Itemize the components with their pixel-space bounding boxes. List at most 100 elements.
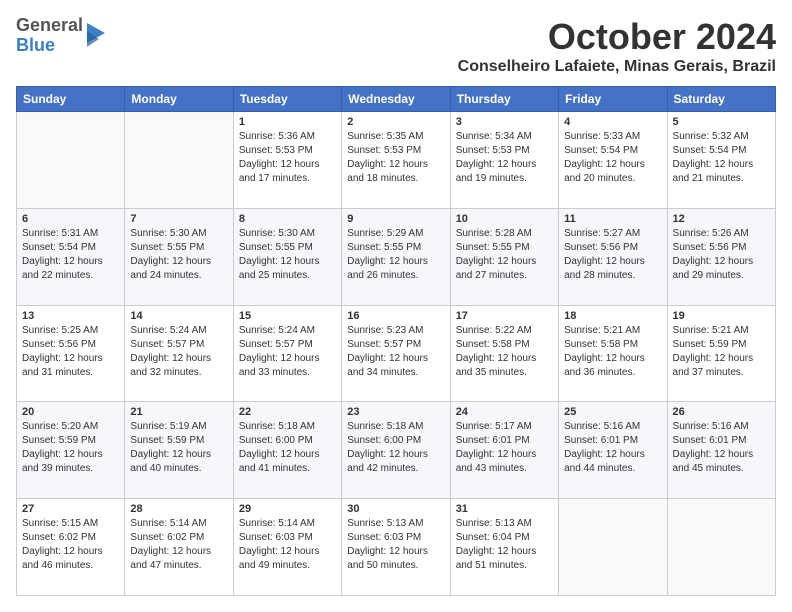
calendar-cell: 6 Sunrise: 5:31 AMSunset: 5:54 PMDaylight…: [17, 208, 125, 305]
calendar-cell: 30 Sunrise: 5:13 AMSunset: 6:03 PMDayligh…: [342, 499, 450, 596]
calendar-cell: 20Sunrise: 5:20 AMSunset: 5:59 PMDayligh…: [17, 402, 125, 499]
calendar-cell: 24 Sunrise: 5:17 AMSunset: 6:01 PMDayligh…: [450, 402, 558, 499]
weekday-header-friday: Friday: [559, 87, 667, 112]
logo: General Blue: [16, 16, 105, 56]
day-info: Sunrise: 5:19 AMSunset: 5:59 PMDaylight:…: [130, 420, 227, 476]
day-number: 31: [456, 503, 553, 515]
day-number: 23: [347, 406, 444, 418]
day-number: 29: [239, 503, 336, 515]
day-number: 22: [239, 406, 336, 418]
calendar-cell: 29 Sunrise: 5:14 AMSunset: 6:03 PMDayligh…: [233, 499, 341, 596]
day-info: Sunrise: 5:31 AMSunset: 5:54 PMDaylight:…: [22, 227, 119, 283]
calendar-cell: 18 Sunrise: 5:21 AMSunset: 5:58 PMDayligh…: [559, 305, 667, 402]
calendar-cell: 13Sunrise: 5:25 AMSunset: 5:56 PMDayligh…: [17, 305, 125, 402]
day-info: Sunrise: 5:17 AMSunset: 6:01 PMDaylight:…: [456, 420, 553, 476]
calendar-cell: [667, 499, 775, 596]
day-number: 9: [347, 213, 444, 225]
day-info: Sunrise: 5:14 AMSunset: 6:03 PMDaylight:…: [239, 517, 336, 573]
day-number: 18: [564, 310, 661, 322]
day-info: Sunrise: 5:34 AMSunset: 5:53 PMDaylight:…: [456, 130, 553, 186]
day-info: Sunrise: 5:26 AMSunset: 5:56 PMDaylight:…: [673, 227, 770, 283]
day-number: 1: [239, 116, 336, 128]
calendar-cell: 4Sunrise: 5:33 AMSunset: 5:54 PMDaylight…: [559, 112, 667, 209]
day-info: Sunrise: 5:21 AMSunset: 5:58 PMDaylight:…: [564, 324, 661, 380]
day-number: 24: [456, 406, 553, 418]
day-number: 19: [673, 310, 770, 322]
day-number: 2: [347, 116, 444, 128]
calendar-cell: [559, 499, 667, 596]
title-block: October 2024 Conselheiro Lafaiete, Minas…: [458, 16, 776, 76]
day-info: Sunrise: 5:18 AMSunset: 6:00 PMDaylight:…: [239, 420, 336, 476]
calendar-cell: 10 Sunrise: 5:28 AMSunset: 5:55 PMDayligh…: [450, 208, 558, 305]
day-number: 30: [347, 503, 444, 515]
calendar-cell: 14Sunrise: 5:24 AMSunset: 5:57 PMDayligh…: [125, 305, 233, 402]
day-number: 25: [564, 406, 661, 418]
calendar-cell: 11 Sunrise: 5:27 AMSunset: 5:56 PMDayligh…: [559, 208, 667, 305]
day-number: 27: [22, 503, 119, 515]
weekday-header-row: SundayMondayTuesdayWednesdayThursdayFrid…: [17, 87, 776, 112]
weekday-header-wednesday: Wednesday: [342, 87, 450, 112]
day-number: 10: [456, 213, 553, 225]
day-info: Sunrise: 5:16 AMSunset: 6:01 PMDaylight:…: [673, 420, 770, 476]
week-row-1: 6 Sunrise: 5:31 AMSunset: 5:54 PMDaylight…: [17, 208, 776, 305]
calendar-cell: 21 Sunrise: 5:19 AMSunset: 5:59 PMDayligh…: [125, 402, 233, 499]
day-number: 11: [564, 213, 661, 225]
calendar-cell: 17 Sunrise: 5:22 AMSunset: 5:58 PMDayligh…: [450, 305, 558, 402]
calendar-cell: 2 Sunrise: 5:35 AMSunset: 5:53 PMDaylight…: [342, 112, 450, 209]
calendar-cell: 8Sunrise: 5:30 AMSunset: 5:55 PMDaylight…: [233, 208, 341, 305]
calendar-cell: 1 Sunrise: 5:36 AMSunset: 5:53 PMDaylight…: [233, 112, 341, 209]
calendar-cell: [125, 112, 233, 209]
week-row-4: 27 Sunrise: 5:15 AMSunset: 6:02 PMDayligh…: [17, 499, 776, 596]
calendar-body: 1 Sunrise: 5:36 AMSunset: 5:53 PMDaylight…: [17, 112, 776, 596]
day-number: 15: [239, 310, 336, 322]
day-info: Sunrise: 5:33 AMSunset: 5:54 PMDaylight:…: [564, 130, 661, 186]
header: General Blue October 2024 Conselheiro La…: [16, 16, 776, 76]
location-title: Conselheiro Lafaiete, Minas Gerais, Braz…: [458, 58, 776, 76]
day-info: Sunrise: 5:35 AMSunset: 5:53 PMDaylight:…: [347, 130, 444, 186]
calendar-cell: 28Sunrise: 5:14 AMSunset: 6:02 PMDayligh…: [125, 499, 233, 596]
weekday-header-thursday: Thursday: [450, 87, 558, 112]
calendar-cell: 25Sunrise: 5:16 AMSunset: 6:01 PMDayligh…: [559, 402, 667, 499]
day-info: Sunrise: 5:13 AMSunset: 6:04 PMDaylight:…: [456, 517, 553, 573]
day-number: 5: [673, 116, 770, 128]
calendar-cell: [17, 112, 125, 209]
calendar-cell: 9Sunrise: 5:29 AMSunset: 5:55 PMDaylight…: [342, 208, 450, 305]
logo-icon: [87, 23, 105, 47]
day-info: Sunrise: 5:28 AMSunset: 5:55 PMDaylight:…: [456, 227, 553, 283]
calendar-cell: 16 Sunrise: 5:23 AMSunset: 5:57 PMDayligh…: [342, 305, 450, 402]
calendar-cell: 7Sunrise: 5:30 AMSunset: 5:55 PMDaylight…: [125, 208, 233, 305]
day-info: Sunrise: 5:14 AMSunset: 6:02 PMDaylight:…: [130, 517, 227, 573]
calendar-cell: 3 Sunrise: 5:34 AMSunset: 5:53 PMDaylight…: [450, 112, 558, 209]
day-info: Sunrise: 5:25 AMSunset: 5:56 PMDaylight:…: [22, 324, 119, 380]
day-number: 6: [22, 213, 119, 225]
calendar-cell: 31 Sunrise: 5:13 AMSunset: 6:04 PMDayligh…: [450, 499, 558, 596]
day-info: Sunrise: 5:20 AMSunset: 5:59 PMDaylight:…: [22, 420, 119, 476]
weekday-header-monday: Monday: [125, 87, 233, 112]
day-info: Sunrise: 5:27 AMSunset: 5:56 PMDaylight:…: [564, 227, 661, 283]
day-info: Sunrise: 5:22 AMSunset: 5:58 PMDaylight:…: [456, 324, 553, 380]
day-number: 16: [347, 310, 444, 322]
page: General Blue October 2024 Conselheiro La…: [0, 0, 792, 612]
calendar-cell: 5 Sunrise: 5:32 AMSunset: 5:54 PMDaylight…: [667, 112, 775, 209]
day-info: Sunrise: 5:36 AMSunset: 5:53 PMDaylight:…: [239, 130, 336, 186]
weekday-header-tuesday: Tuesday: [233, 87, 341, 112]
day-number: 26: [673, 406, 770, 418]
calendar-table: SundayMondayTuesdayWednesdayThursdayFrid…: [16, 86, 776, 596]
weekday-header-sunday: Sunday: [17, 87, 125, 112]
day-number: 3: [456, 116, 553, 128]
calendar-cell: 27 Sunrise: 5:15 AMSunset: 6:02 PMDayligh…: [17, 499, 125, 596]
calendar-cell: 19Sunrise: 5:21 AMSunset: 5:59 PMDayligh…: [667, 305, 775, 402]
calendar-cell: 26 Sunrise: 5:16 AMSunset: 6:01 PMDayligh…: [667, 402, 775, 499]
day-info: Sunrise: 5:18 AMSunset: 6:00 PMDaylight:…: [347, 420, 444, 476]
month-title: October 2024: [458, 16, 776, 58]
calendar-cell: 23 Sunrise: 5:18 AMSunset: 6:00 PMDayligh…: [342, 402, 450, 499]
logo-general: General: [16, 16, 83, 36]
day-info: Sunrise: 5:13 AMSunset: 6:03 PMDaylight:…: [347, 517, 444, 573]
day-info: Sunrise: 5:32 AMSunset: 5:54 PMDaylight:…: [673, 130, 770, 186]
day-info: Sunrise: 5:15 AMSunset: 6:02 PMDaylight:…: [22, 517, 119, 573]
day-number: 21: [130, 406, 227, 418]
calendar-cell: 22 Sunrise: 5:18 AMSunset: 6:00 PMDayligh…: [233, 402, 341, 499]
calendar-cell: 15Sunrise: 5:24 AMSunset: 5:57 PMDayligh…: [233, 305, 341, 402]
day-info: Sunrise: 5:23 AMSunset: 5:57 PMDaylight:…: [347, 324, 444, 380]
day-number: 17: [456, 310, 553, 322]
